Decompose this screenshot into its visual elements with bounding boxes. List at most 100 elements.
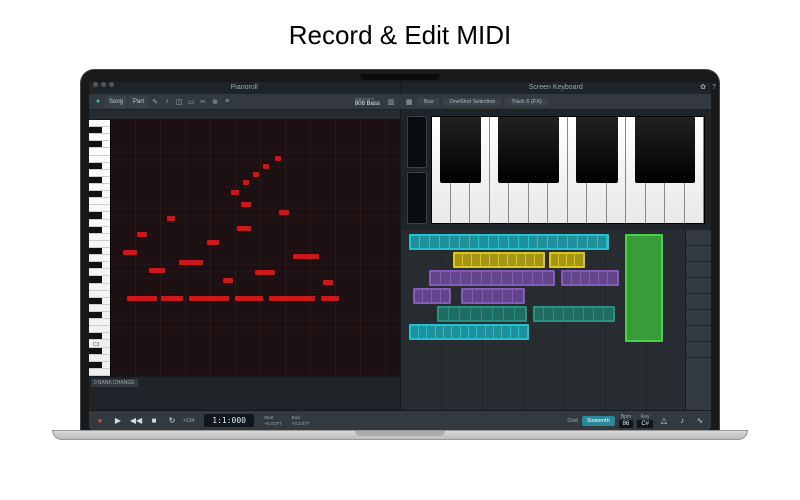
midi-note[interactable] bbox=[321, 296, 339, 301]
track-header[interactable] bbox=[686, 326, 711, 342]
locator-start[interactable]: Start+0.3:077 bbox=[264, 415, 282, 427]
black-key[interactable] bbox=[440, 117, 462, 183]
track-selector[interactable]: Track 6 (FX) bbox=[505, 98, 547, 106]
clip[interactable] bbox=[533, 306, 615, 322]
bpm-field[interactable]: Bpm86 bbox=[619, 414, 634, 428]
midi-note[interactable] bbox=[223, 278, 233, 283]
panel-title-right: Screen Keyboard ✿ ? bbox=[401, 82, 712, 94]
song-button[interactable]: Song bbox=[105, 96, 127, 108]
record-dot-icon[interactable]: ● bbox=[93, 97, 103, 107]
midi-note[interactable] bbox=[263, 164, 269, 169]
cc-lane[interactable]: 0 BANK CHANGE bbox=[89, 376, 400, 410]
key-field[interactable]: KeyC# bbox=[637, 414, 653, 428]
midi-note[interactable] bbox=[161, 296, 183, 301]
clip[interactable] bbox=[461, 288, 525, 304]
snap-selector[interactable]: Sixteenth bbox=[582, 416, 615, 426]
pencil-icon[interactable]: ✎ bbox=[150, 97, 160, 107]
clip[interactable] bbox=[561, 270, 619, 286]
note-grid[interactable]: C3 bbox=[111, 120, 400, 376]
track-header[interactable] bbox=[686, 278, 711, 294]
clip[interactable] bbox=[409, 324, 529, 340]
laptop-mockup: Pianoroll Screen Keyboard ✿ ? ● Song Par… bbox=[80, 69, 720, 440]
position-counter[interactable]: 1:1:000 bbox=[204, 414, 254, 427]
stop-button[interactable]: ■ bbox=[147, 414, 161, 428]
pianoroll-panel: C3 0 BANK CHANGE bbox=[89, 110, 401, 410]
clip[interactable] bbox=[549, 252, 585, 268]
midi-note[interactable] bbox=[149, 268, 165, 273]
eraser-icon[interactable]: ◫ bbox=[174, 97, 184, 107]
loop-count: +234 bbox=[183, 418, 194, 424]
select-icon[interactable]: ▭ bbox=[186, 97, 196, 107]
clip[interactable] bbox=[413, 288, 451, 304]
midi-note[interactable] bbox=[253, 172, 259, 177]
notch bbox=[360, 74, 440, 80]
clip[interactable] bbox=[453, 252, 545, 268]
piano-icon[interactable]: ▦ bbox=[404, 97, 414, 107]
instrument-menu-icon[interactable]: ▥ bbox=[386, 97, 396, 107]
screen-keyboard[interactable]: C5 bbox=[431, 116, 706, 224]
cc-lane-label[interactable]: 0 BANK CHANGE bbox=[91, 379, 138, 387]
black-key[interactable] bbox=[460, 117, 482, 183]
record-button[interactable]: ● bbox=[93, 414, 107, 428]
clip-arrangement[interactable] bbox=[401, 230, 712, 410]
clip[interactable] bbox=[625, 234, 663, 342]
track-headers bbox=[685, 230, 711, 410]
track-header[interactable] bbox=[686, 342, 711, 358]
midi-note[interactable] bbox=[243, 180, 249, 185]
black-key[interactable] bbox=[576, 117, 598, 183]
midi-note[interactable] bbox=[269, 296, 315, 301]
track-header[interactable] bbox=[686, 310, 711, 326]
clip[interactable] bbox=[437, 306, 527, 322]
bus-button[interactable]: Bus bbox=[418, 98, 439, 106]
track-header[interactable] bbox=[686, 246, 711, 262]
oneshot-button[interactable]: OneShot Selection bbox=[443, 98, 501, 106]
midi-note[interactable] bbox=[167, 216, 175, 221]
transport-bar: ● ▶ ◀◀ ■ ↻ +234 1:1:000 Start+0.3:077 En… bbox=[89, 410, 711, 430]
piano-key-column[interactable] bbox=[89, 120, 111, 376]
midi-note[interactable] bbox=[241, 202, 251, 207]
midi-note[interactable] bbox=[293, 254, 319, 259]
midi-note[interactable] bbox=[279, 210, 289, 215]
key-c3-label: C3 bbox=[93, 342, 99, 348]
midi-note[interactable] bbox=[207, 240, 219, 245]
signature-button[interactable]: ♪ bbox=[675, 414, 689, 428]
loop-button[interactable]: ↻ bbox=[165, 414, 179, 428]
track-header[interactable] bbox=[686, 262, 711, 278]
tempo-half-icon[interactable]: ∿ bbox=[693, 414, 707, 428]
black-key[interactable] bbox=[596, 117, 618, 183]
midi-note[interactable] bbox=[137, 232, 147, 237]
quantize-icon[interactable]: ≡ bbox=[222, 97, 232, 107]
part-button[interactable]: Part bbox=[129, 96, 148, 108]
midi-note[interactable] bbox=[123, 250, 137, 255]
clip[interactable] bbox=[429, 270, 555, 286]
midi-note[interactable] bbox=[235, 296, 263, 301]
metronome-button[interactable]: △ bbox=[657, 414, 671, 428]
black-key[interactable] bbox=[674, 117, 696, 183]
track-header[interactable] bbox=[686, 230, 711, 246]
mod-wheel-2[interactable] bbox=[407, 172, 427, 224]
timeline-ruler[interactable] bbox=[89, 110, 400, 120]
glue-icon[interactable]: ⊕ bbox=[210, 97, 220, 107]
app-screen: Pianoroll Screen Keyboard ✿ ? ● Song Par… bbox=[89, 82, 711, 430]
instrument-selector[interactable]: Instrument 808 Bass bbox=[351, 96, 384, 107]
note-icon[interactable]: ♪ bbox=[162, 97, 172, 107]
settings-icon[interactable]: ✿ bbox=[700, 82, 706, 94]
midi-note[interactable] bbox=[275, 156, 281, 161]
locator-end[interactable]: End+0.3:077 bbox=[292, 415, 310, 427]
pitch-wheel[interactable] bbox=[407, 116, 427, 168]
black-key[interactable] bbox=[537, 117, 559, 183]
rewind-button[interactable]: ◀◀ bbox=[129, 414, 143, 428]
midi-note[interactable] bbox=[255, 270, 275, 275]
track-header[interactable] bbox=[686, 294, 711, 310]
midi-note[interactable] bbox=[179, 260, 203, 265]
black-key[interactable] bbox=[654, 117, 676, 183]
cut-icon[interactable]: ✂ bbox=[198, 97, 208, 107]
black-key[interactable] bbox=[498, 117, 520, 183]
play-button[interactable]: ▶ bbox=[111, 414, 125, 428]
midi-note[interactable] bbox=[189, 296, 229, 301]
midi-note[interactable] bbox=[231, 190, 239, 195]
midi-note[interactable] bbox=[323, 280, 333, 285]
midi-note[interactable] bbox=[127, 296, 157, 301]
clip[interactable] bbox=[409, 234, 609, 250]
midi-note[interactable] bbox=[237, 226, 251, 231]
